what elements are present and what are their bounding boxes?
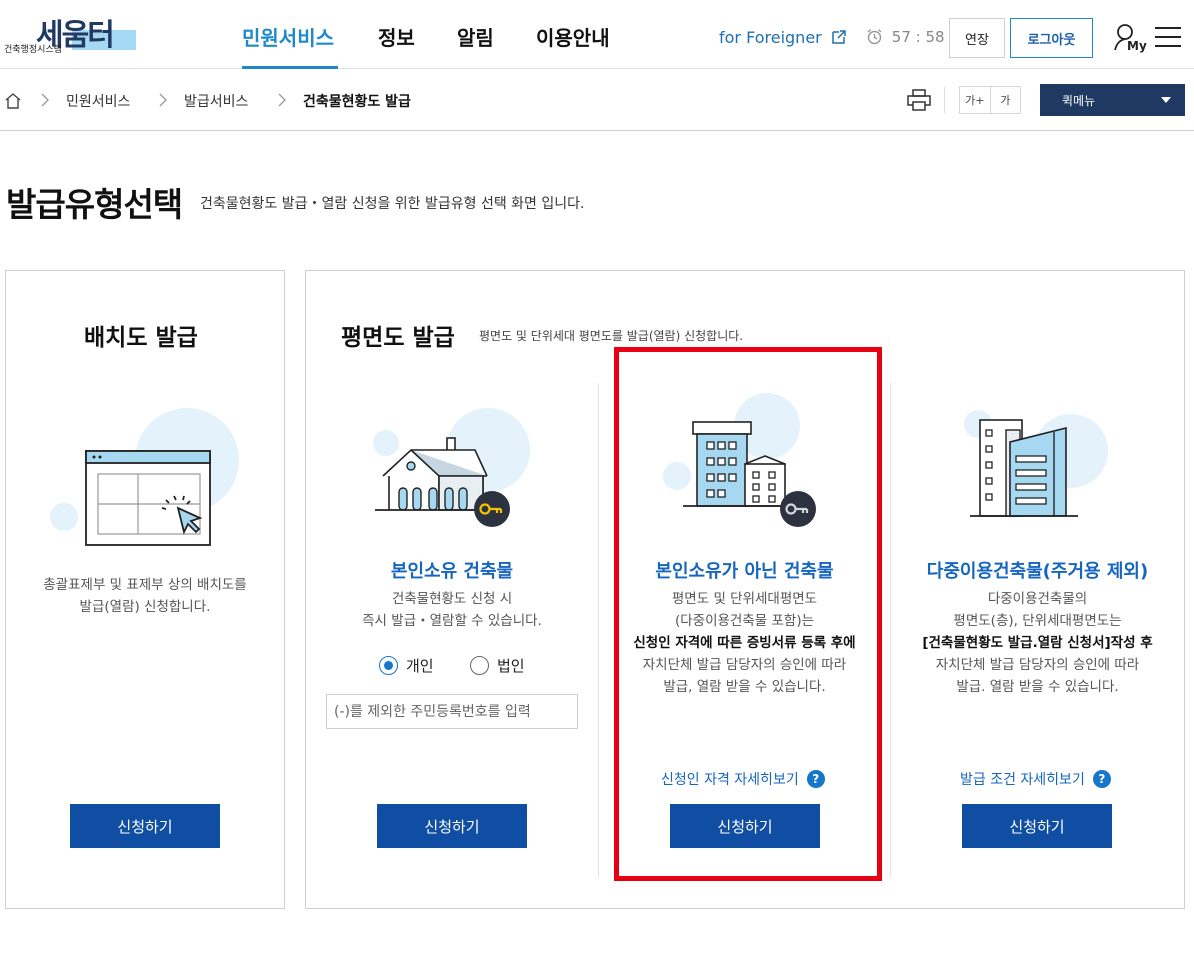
hamburger-line [1155, 27, 1181, 29]
chevron-right-icon [41, 93, 49, 107]
nav-guide[interactable]: 이용안내 [536, 22, 610, 51]
multi-use-apply-button[interactable]: 신청하기 [962, 804, 1112, 848]
issuance-condition-link[interactable]: 발급 조건 자세히보기 ? [960, 769, 1111, 789]
chevron-right-icon [278, 93, 286, 107]
radio-label: 개인 [406, 657, 434, 675]
logo-subtitle: 건축행정시스템 [4, 45, 62, 55]
header: 세움터 건축행정시스템 민원서비스 정보 알림 이용안내 for Foreign… [0, 0, 1194, 69]
text-line: 건축물현황도 신청 시 [391, 591, 513, 607]
card-title: 다중이용건축물(주거용 제외) [926, 561, 1149, 582]
site-plan-apply-button[interactable]: 신청하기 [70, 804, 220, 848]
font-size-control: 가+ 가 [959, 86, 1021, 114]
menu-button[interactable] [1155, 27, 1181, 47]
text-line: 즉시 발급・열람할 수 있습니다. [362, 613, 542, 629]
hamburger-line [1155, 36, 1181, 38]
radio-label: 법인 [497, 657, 525, 675]
font-increase-button[interactable]: 가+ [960, 87, 990, 113]
page-title: 발급유형선택 [6, 185, 183, 224]
hamburger-line [1155, 45, 1181, 47]
chevron-right-icon [159, 93, 167, 107]
resident-number-input[interactable] [326, 694, 578, 729]
radio-individual[interactable]: 개인 [379, 655, 434, 676]
nav-civil-service[interactable]: 민원서비스 [242, 22, 334, 51]
card-title: 본인소유 건축물 [390, 561, 514, 582]
text-line: 발급. 열람 받을 수 있습니다. [956, 679, 1119, 695]
highlight-annotation-box [614, 347, 882, 881]
breadcrumb-item[interactable]: 발급서비스 [184, 91, 248, 111]
site-plan-browser-icon [85, 450, 211, 546]
nav-info[interactable]: 정보 [378, 22, 415, 51]
quick-menu-select[interactable]: 퀵메뉴 [1040, 84, 1185, 116]
extend-button[interactable]: 연장 [949, 18, 1005, 58]
breadcrumb-item[interactable]: 민원서비스 [66, 91, 130, 111]
font-decrease-button[interactable]: 가 [989, 87, 1021, 113]
page-description: 건축물현황도 발급・열람 신청을 위한 발급유형 선택 화면 입니다. [200, 196, 585, 212]
text-line-emphasis: [건축물현황도 발급.열람 신청서]작성 후 [922, 635, 1153, 651]
site-plan-title: 배치도 발급 [84, 325, 198, 351]
site-plan-text: 총괄표제부 및 표제부 상의 배치도를 발급(열람) 신청합니다. [5, 574, 285, 618]
timer-value: 57 : 58 [891, 28, 945, 46]
divider [944, 87, 945, 113]
house-key-icon [375, 437, 510, 527]
foreigner-link[interactable]: for Foreigner [719, 28, 847, 47]
external-link-icon [832, 30, 846, 44]
nav-notice[interactable]: 알림 [457, 22, 494, 51]
text-line: 평면도(층), 단위세대평면도는 [953, 613, 1122, 629]
floor-plan-description: 평면도 및 단위세대 평면도를 발급(열람) 신청합니다. [479, 329, 744, 343]
floor-plan-title: 평면도 발급 [341, 325, 455, 351]
print-icon[interactable] [907, 89, 931, 111]
radio-corporation[interactable]: 법인 [470, 655, 525, 676]
breadcrumb-bar: 민원서비스 발급서비스 건축물현황도 발급 가+ 가 퀵메뉴 [0, 69, 1194, 131]
text-line: 발급(열람) 신청합니다. [79, 599, 211, 615]
question-icon[interactable]: ? [1092, 770, 1111, 788]
card-text: 다중이용건축물의 평면도(층), 단위세대평면도는 [건축물현황도 발급.열람 … [891, 588, 1184, 698]
alarm-clock-icon [867, 29, 882, 45]
logout-button[interactable]: 로그아웃 [1010, 18, 1093, 58]
foreigner-link-label: for Foreigner [719, 28, 822, 47]
my-label: My [1127, 39, 1147, 53]
radio-button[interactable] [470, 656, 489, 675]
session-timer: 57 : 58 [866, 28, 945, 46]
own-building-apply-button[interactable]: 신청하기 [377, 804, 527, 848]
link-label: 발급 조건 자세히보기 [960, 772, 1085, 788]
home-icon[interactable] [4, 92, 22, 110]
decor-circle [50, 503, 78, 531]
text-line: 총괄표제부 및 표제부 상의 배치도를 [43, 577, 247, 593]
breadcrumb-current: 건축물현황도 발급 [303, 94, 411, 110]
radio-button-checked[interactable] [379, 656, 398, 675]
caret-down-icon [1161, 97, 1171, 103]
card-text: 건축물현황도 신청 시 즉시 발급・열람할 수 있습니다. [306, 588, 598, 632]
text-line: 자치단체 발급 담당자의 승인에 따라 [935, 657, 1140, 673]
text-line: 다중이용건축물의 [987, 591, 1088, 607]
my-page-button[interactable]: My [1113, 22, 1147, 54]
multi-use-building-icon [970, 419, 1078, 517]
quick-menu-label: 퀵메뉴 [1062, 93, 1096, 108]
